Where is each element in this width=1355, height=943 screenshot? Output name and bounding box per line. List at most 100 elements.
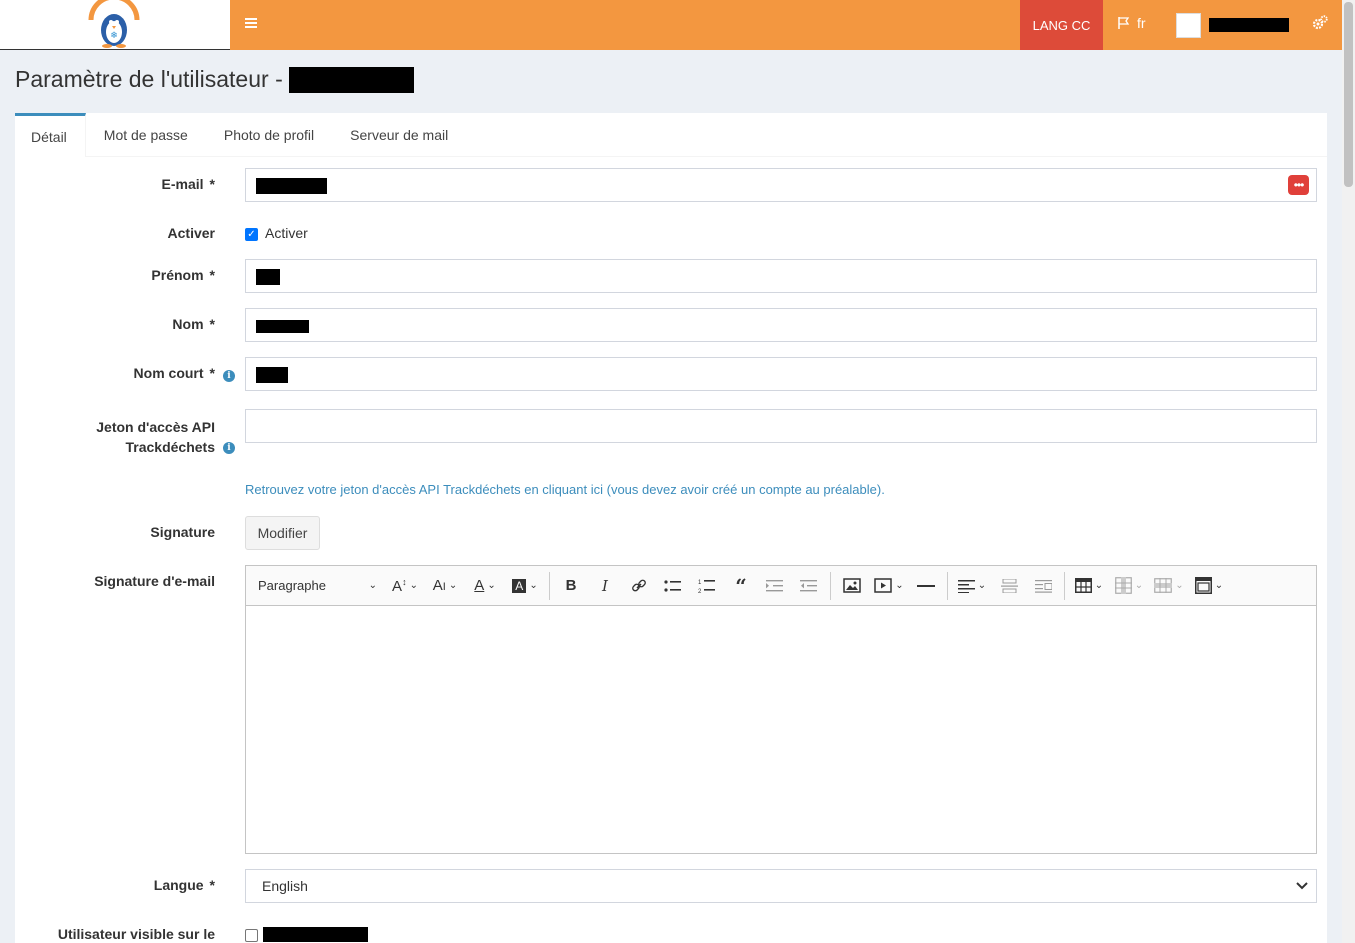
- toolbar-separator: [1064, 571, 1065, 600]
- activate-label: Activer: [167, 225, 215, 241]
- chevron-down-icon: ⌄: [977, 580, 987, 591]
- svg-text:2: 2: [698, 589, 702, 594]
- insert-table-dropdown[interactable]: ⌄: [1069, 570, 1109, 602]
- shortname-field[interactable]: [245, 357, 1317, 391]
- language-select[interactable]: English: [245, 869, 1317, 903]
- menu-toggle-button[interactable]: [236, 8, 266, 38]
- background-color-icon: A: [512, 578, 527, 593]
- chevron-down-icon: ⌄: [368, 580, 377, 591]
- horizontal-line-icon[interactable]: [909, 570, 943, 602]
- scrollbar-thumb[interactable]: [1344, 2, 1353, 187]
- page-scrollbar[interactable]: [1342, 0, 1355, 943]
- svg-text:1: 1: [698, 580, 702, 586]
- lang-cc-button[interactable]: LANG CC: [1020, 0, 1103, 50]
- font-size-icon: A↕: [392, 576, 407, 595]
- shortname-value-redacted: [256, 367, 288, 383]
- email-signature-label: Signature d'e-mail: [94, 573, 215, 589]
- activate-checkbox-label: Activer: [265, 225, 308, 241]
- alignment-dropdown[interactable]: ⌄: [952, 570, 992, 602]
- activate-checkbox[interactable]: ✓: [245, 228, 258, 241]
- language-label: Langue *: [153, 877, 215, 893]
- show-blocks-icon[interactable]: [1026, 570, 1060, 602]
- editor-content-area[interactable]: [246, 606, 1316, 853]
- lastname-value-redacted: [256, 320, 309, 333]
- email-label: E-mail *: [161, 176, 215, 192]
- user-name-redacted: [1209, 18, 1289, 32]
- signature-edit-button[interactable]: Modifier: [245, 516, 320, 550]
- chevron-down-icon: ⌄: [448, 580, 458, 591]
- api-token-info-icon[interactable]: i: [223, 442, 235, 454]
- tab-profile-photo[interactable]: Photo de profil: [206, 113, 332, 157]
- svg-text:❄: ❄: [110, 31, 118, 41]
- link-icon[interactable]: [622, 570, 656, 602]
- paragraph-dropdown[interactable]: Paragraphe ⌄: [250, 570, 385, 602]
- outdent-icon[interactable]: [792, 570, 826, 602]
- logo-area[interactable]: ❄: [0, 0, 230, 50]
- font-family-dropdown[interactable]: AI ⌄: [425, 570, 465, 602]
- table-row-dropdown[interactable]: ⌄: [1149, 570, 1189, 602]
- bars-icon: [245, 18, 257, 28]
- visible-user-checkbox[interactable]: [245, 929, 258, 942]
- toolbar-separator: [549, 571, 550, 600]
- chevron-down-icon: ⌄: [1094, 580, 1104, 591]
- trackdechets-help-link[interactable]: Retrouvez votre jeton d'accès API Trackd…: [245, 482, 885, 497]
- paragraph-dropdown-label: Paragraphe: [258, 578, 326, 593]
- page-title: Paramètre de l'utilisateur -: [15, 66, 414, 93]
- user-avatar: [1176, 12, 1201, 38]
- media-embed-dropdown[interactable]: ⌄: [869, 570, 909, 602]
- api-token-field[interactable]: [245, 409, 1317, 443]
- brand-logo: ❄: [88, 0, 140, 48]
- italic-icon[interactable]: I: [588, 570, 622, 602]
- visible-user-value-redacted: [263, 927, 368, 942]
- chevron-down-icon: ⌄: [529, 580, 538, 591]
- lastname-field[interactable]: [245, 308, 1317, 342]
- tab-detail[interactable]: Détail: [15, 113, 86, 157]
- image-icon[interactable]: [835, 570, 869, 602]
- font-color-dropdown[interactable]: A ⌄: [465, 570, 505, 602]
- tab-password[interactable]: Mot de passe: [86, 113, 206, 157]
- email-signature-editor: Paragraphe ⌄ A↕⌄ AI⌄ A⌄ A⌄ B I 12 “: [245, 565, 1317, 854]
- page-title-text: Paramètre de l'utilisateur -: [15, 66, 283, 92]
- tab-bar: Détail Mot de passe Photo de profil Serv…: [15, 113, 1327, 157]
- font-size-dropdown[interactable]: A↕ ⌄: [385, 570, 425, 602]
- lastname-label: Nom *: [172, 316, 215, 332]
- table-column-icon: [1114, 577, 1132, 594]
- user-menu[interactable]: [1176, 12, 1289, 38]
- chevron-down-icon: ⌄: [895, 580, 904, 591]
- align-left-icon: [957, 579, 975, 593]
- signature-label: Signature: [150, 524, 215, 540]
- api-token-label: Jeton d'accès API Trackdéchets: [96, 419, 215, 455]
- password-manager-icon[interactable]: •••: [1288, 175, 1309, 195]
- email-field[interactable]: •••: [245, 168, 1317, 202]
- font-family-icon: AI: [432, 577, 446, 594]
- user-settings-panel: Détail Mot de passe Photo de profil Serv…: [15, 113, 1327, 943]
- numbered-list-icon[interactable]: 12: [690, 570, 724, 602]
- shortname-label: Nom court *: [133, 365, 215, 381]
- blockquote-icon[interactable]: “: [724, 570, 758, 602]
- email-value-redacted: [256, 178, 327, 194]
- bold-icon[interactable]: B: [554, 570, 588, 602]
- firstname-field[interactable]: [245, 259, 1317, 293]
- firstname-label: Prénom *: [151, 267, 215, 283]
- visible-user-label: Utilisateur visible sur le: [57, 926, 215, 942]
- toolbar-separator: [947, 571, 948, 600]
- chevron-down-icon: ⌄: [409, 580, 418, 591]
- tab-mail-server[interactable]: Serveur de mail: [332, 113, 466, 157]
- chevron-down-icon: ⌄: [487, 580, 496, 591]
- media-icon: [874, 578, 893, 593]
- flag-icon: [1118, 17, 1130, 29]
- firstname-value-redacted: [256, 269, 280, 285]
- chevron-down-icon: ⌄: [1175, 580, 1184, 591]
- gears-icon: [1312, 15, 1328, 30]
- language-switcher[interactable]: fr: [1117, 15, 1146, 31]
- shortname-info-icon[interactable]: i: [223, 370, 235, 382]
- merge-cells-dropdown[interactable]: ⌄: [1189, 570, 1229, 602]
- chevron-down-icon: ⌄: [1214, 580, 1224, 591]
- indent-icon[interactable]: [758, 570, 792, 602]
- bulleted-list-icon[interactable]: [656, 570, 690, 602]
- page-break-icon[interactable]: [992, 570, 1026, 602]
- table-column-dropdown[interactable]: ⌄: [1109, 570, 1149, 602]
- chevron-down-icon: [1296, 882, 1308, 890]
- background-color-dropdown[interactable]: A ⌄: [505, 570, 545, 602]
- settings-button[interactable]: [1311, 14, 1329, 35]
